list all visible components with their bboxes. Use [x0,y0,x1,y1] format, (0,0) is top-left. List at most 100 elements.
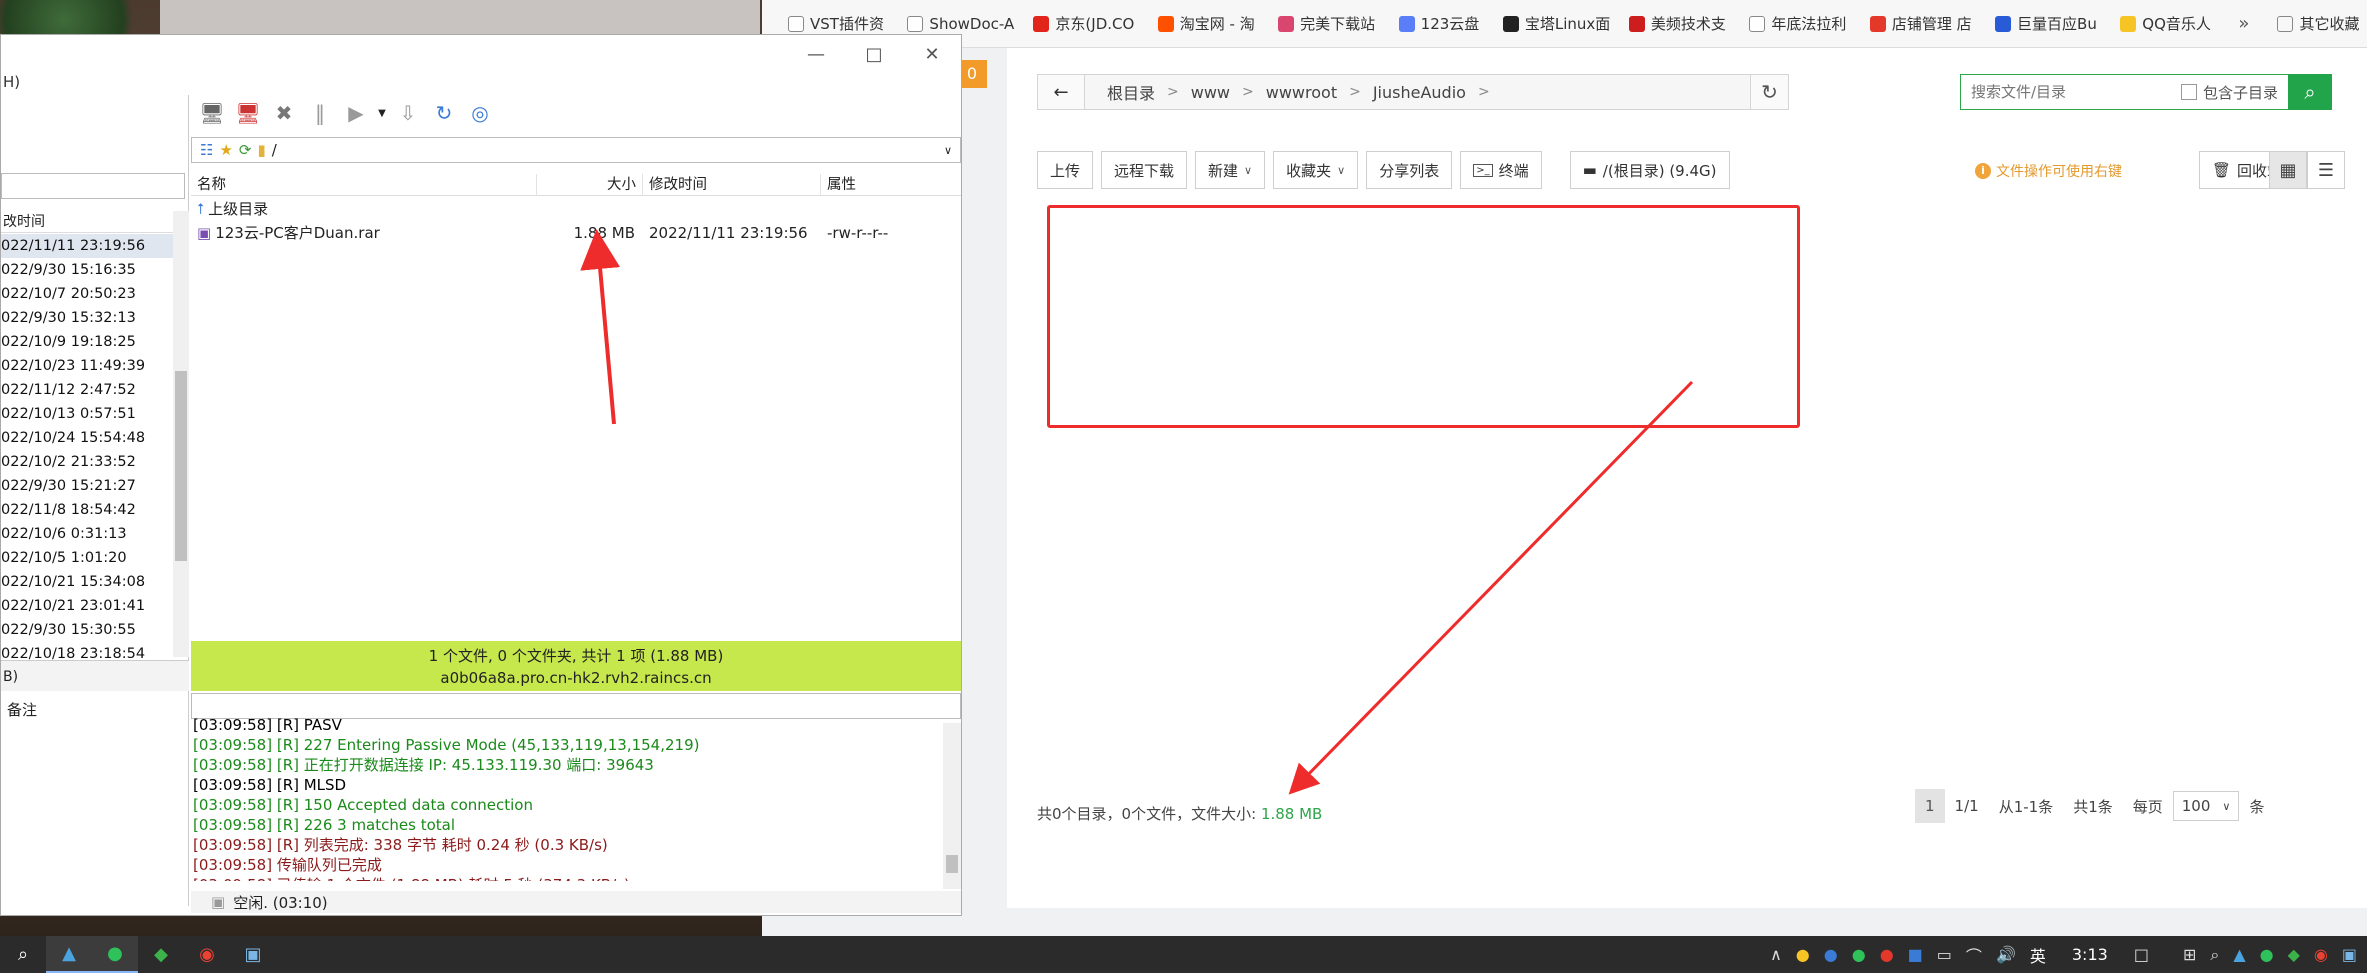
app-green-icon[interactable]: ◆ [138,936,184,973]
maximize-icon[interactable]: □ [845,44,903,65]
ftp-app-icon[interactable]: ▲ [2233,945,2245,964]
breadcrumb-item[interactable]: 根目录 [1095,80,1167,104]
bookmark-item[interactable]: 完美下载站 [1270,13,1382,34]
search-icon[interactable]: ⌕ [2210,945,2219,965]
include-subdir-option[interactable]: 包含子目录 [2180,82,2288,103]
list-item[interactable]: 022/11/12 2:47:52 [1,378,173,402]
list-item[interactable]: 022/10/21 15:34:08 [1,570,173,594]
ftp-app-icon[interactable]: ▲ [46,936,92,973]
local-column-modified[interactable]: 改时间 [1,211,173,233]
chrome-icon[interactable]: ◉ [184,936,230,973]
back-button[interactable]: ← [1037,74,1085,110]
column-attr[interactable]: 属性 [821,174,961,196]
globe-icon[interactable]: ◎ [465,98,495,128]
windows-start-icon[interactable]: ⊞ [2183,945,2196,964]
list-item[interactable]: 022/10/9 19:18:25 [1,330,173,354]
close-icon[interactable]: ✕ [903,44,961,65]
list-item[interactable]: 022/10/6 0:31:13 [1,522,173,546]
search-input[interactable] [1971,83,2171,101]
bookmark-item[interactable]: 宝塔Linux面 [1495,13,1613,34]
remote-download-button[interactable]: 远程下载 [1101,151,1188,189]
ime-indicator[interactable]: 英 [2030,943,2046,967]
chevron-up-icon[interactable]: ∧ [1770,945,1782,964]
bookmarks-more-button[interactable]: » [2226,13,2261,34]
breadcrumb-item[interactable]: JiusheAudio [1361,83,1478,102]
app-green-icon[interactable]: ◆ [2288,945,2300,964]
bookmark-item[interactable]: 年底法拉利 [1741,13,1853,34]
page-current[interactable]: 1 [1915,789,1945,823]
queue-icon[interactable]: ⇩ [393,98,423,128]
play-icon[interactable]: ▶ [341,98,371,128]
list-item[interactable]: 022/9/30 15:16:35 [1,258,173,282]
ftp-menu-fragment[interactable]: H) [1,73,20,91]
tree-icon[interactable]: ☷ [200,141,213,159]
tray-app-icon[interactable]: ● [1880,945,1894,964]
list-item[interactable]: 022/9/30 15:30:55 [1,618,173,642]
app-blue-icon[interactable]: ▣ [2342,945,2357,964]
list-item[interactable]: 022/10/23 11:49:39 [1,354,173,378]
bookmark-item[interactable]: VST插件资 [780,13,891,34]
bookmark-item[interactable]: 京东(JD.CO [1025,13,1141,34]
tray-app-icon[interactable]: ● [1796,945,1810,964]
bookmark-item[interactable]: ShowDoc-A [899,15,1017,33]
per-page-select[interactable]: 100 ∨ [2172,791,2240,821]
local-scrollbar[interactable] [173,211,189,657]
bookmark-item[interactable]: QQ音乐人 [2112,13,2218,34]
disconnect-icon[interactable]: 🖥 [233,98,263,128]
column-size[interactable]: 大小 [537,174,643,196]
list-item[interactable]: 022/11/11 23:19:56 [1,234,173,258]
connect-icon[interactable]: 🖥 [197,98,227,128]
column-name[interactable]: 名称 [191,174,537,196]
disk-button[interactable]: ▬ /(根目录) (9.4G) [1569,151,1730,189]
refresh-icon[interactable]: ↻ [429,98,459,128]
tray-app-icon[interactable]: ● [1824,945,1838,964]
pause-icon[interactable]: ‖ [305,98,335,128]
list-view-button[interactable]: ☰ [2307,151,2345,189]
chevron-down-icon[interactable]: ∨ [944,144,960,157]
list-item[interactable]: 022/10/7 20:50:23 [1,282,173,306]
local-scroll-thumb[interactable] [175,371,187,561]
bookmark-item[interactable]: 美频技术支 [1621,13,1733,34]
list-item[interactable]: 022/10/21 23:01:41 [1,594,173,618]
app-blue-icon[interactable]: ▣ [230,936,276,973]
log-scroll-thumb[interactable] [946,855,958,873]
local-path-select[interactable] [1,173,185,199]
stop-icon[interactable]: ✖ [269,98,299,128]
table-row[interactable]: ⭡ 上级目录 [191,197,961,221]
other-bookmarks[interactable]: 其它收藏 [2269,13,2367,34]
log-scrollbar[interactable] [943,723,961,889]
remote-path-bar[interactable]: ☷ ★ ⟳ ▮ / ∨ [191,137,961,163]
list-item[interactable]: 022/11/8 18:54:42 [1,498,173,522]
breadcrumb-item[interactable]: www [1179,83,1242,102]
wechat-tray-icon[interactable]: ● [1852,945,1866,964]
star-icon[interactable]: ★ [219,141,232,159]
list-item[interactable]: 022/10/5 1:01:20 [1,546,173,570]
sync-icon[interactable]: ⟳ [239,141,252,159]
notification-icon[interactable]: □ [2134,945,2149,964]
bookmark-item[interactable]: 店铺管理 店 [1862,13,1979,34]
bookmark-item[interactable]: 123云盘 [1391,13,1487,34]
wifi-icon[interactable]: ⌒ [1966,943,1982,967]
table-row[interactable]: ▣ 123云-PC客户Duan.rar 1.88 MB 2022/11/11 23:1… [191,221,961,245]
search-button[interactable]: ⌕ [2288,74,2332,110]
column-modified[interactable]: 修改时间 [643,174,821,196]
list-item[interactable]: 022/10/24 15:54:48 [1,426,173,450]
search-icon[interactable]: ⌕ [0,936,46,973]
list-item[interactable]: 022/9/30 15:32:13 [1,306,173,330]
clock[interactable]: 3:13 [2060,945,2120,964]
list-item[interactable]: 022/10/13 0:57:51 [1,402,173,426]
share-list-button[interactable]: 分享列表 [1366,151,1453,189]
new-button[interactable]: 新建 ∨ [1195,151,1266,189]
list-item[interactable]: 022/10/2 21:33:52 [1,450,173,474]
upload-button[interactable]: 上传 [1037,151,1094,189]
chevron-down-icon[interactable]: ▼ [377,98,387,128]
terminal-button[interactable]: >_ 终端 [1460,151,1542,189]
breadcrumb-item[interactable]: wwwroot [1254,83,1349,102]
list-item[interactable]: 022/9/30 15:21:27 [1,474,173,498]
chrome-icon[interactable]: ◉ [2314,945,2328,964]
volume-icon[interactable]: 🔊 [1996,945,2016,964]
grid-view-button[interactable]: ▦ [2269,151,2307,189]
bookmark-item[interactable]: 巨量百应Bu [1987,13,2104,34]
refresh-button[interactable]: ↻ [1751,74,1789,110]
bookmark-item[interactable]: 淘宝网 - 淘 [1150,13,1262,34]
